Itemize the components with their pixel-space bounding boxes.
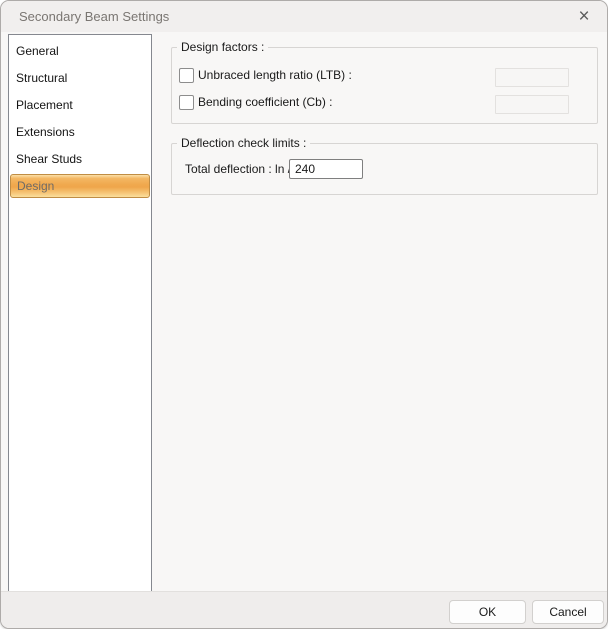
bending-coefficient-checkbox[interactable] <box>179 94 194 110</box>
sidebar-item-shear-studs[interactable]: Shear Studs <box>9 146 151 173</box>
deflection-check-limits-group: Deflection check limits : Total deflecti… <box>171 136 598 195</box>
unbraced-ltb-checkbox[interactable] <box>179 67 194 83</box>
cancel-button[interactable]: Cancel <box>532 600 604 624</box>
close-icon[interactable]: × <box>572 5 596 29</box>
total-deflection-input[interactable] <box>289 159 363 179</box>
title-bar: Secondary Beam Settings × <box>1 1 607 32</box>
bending-coefficient-input <box>495 95 569 114</box>
sidebar-item-design[interactable]: Design <box>10 174 150 198</box>
unbraced-ltb-label[interactable]: Unbraced length ratio (LTB) : <box>198 68 352 82</box>
design-factors-group-title: Design factors : <box>177 40 269 54</box>
deflection-check-limits-group-title: Deflection check limits : <box>177 136 311 150</box>
sidebar-item-structural[interactable]: Structural <box>9 65 151 92</box>
sidebar-item-placement[interactable]: Placement <box>9 92 151 119</box>
bending-coefficient-row: Bending coefficient (Cb) : <box>179 92 333 112</box>
footer-bar: OK Cancel <box>1 591 607 628</box>
total-deflection-label: Total deflection : ln / <box>185 162 292 176</box>
settings-category-list: General Structural Placement Extensions … <box>8 34 152 595</box>
sidebar-item-general[interactable]: General <box>9 38 151 65</box>
sidebar-item-extensions[interactable]: Extensions <box>9 119 151 146</box>
secondary-beam-settings-dialog: Secondary Beam Settings × General Struct… <box>0 0 608 629</box>
bending-coefficient-label[interactable]: Bending coefficient (Cb) : <box>198 95 333 109</box>
design-factors-group: Design factors : Unbraced length ratio (… <box>171 40 598 124</box>
unbraced-ltb-row: Unbraced length ratio (LTB) : <box>179 65 352 85</box>
ok-button[interactable]: OK <box>449 600 526 624</box>
unbraced-ltb-input <box>495 68 569 87</box>
window-title: Secondary Beam Settings <box>19 9 170 24</box>
